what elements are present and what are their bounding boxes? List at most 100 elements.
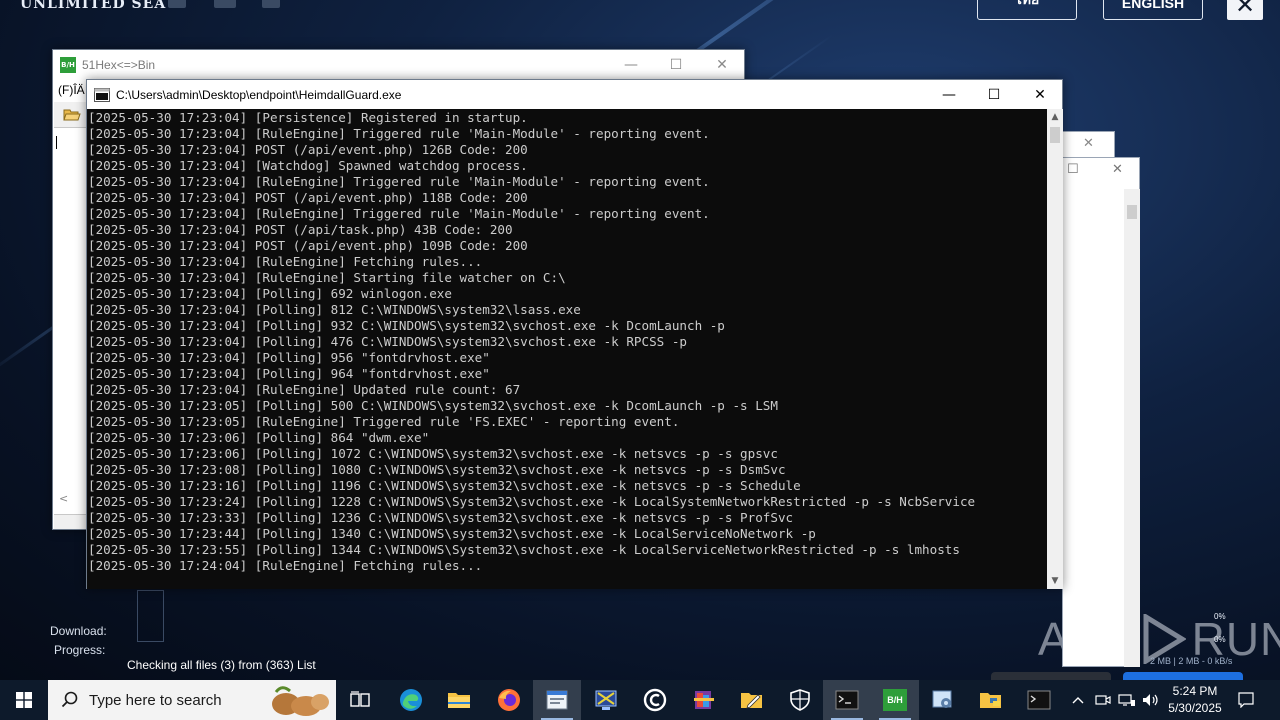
close-button[interactable]: ✕	[699, 50, 745, 80]
console-window-title: C:\Users\admin\Desktop\endpoint\Heimdall…	[116, 87, 402, 102]
background-window[interactable]: ✕	[1062, 131, 1115, 158]
close-icon[interactable]: ✕	[1112, 162, 1123, 177]
status-text: Checking all files (3) from (363) List	[127, 658, 316, 672]
console-line: [2025-05-30 17:23:04] [RuleEngine] Trigg…	[88, 126, 710, 141]
open-folder-icon[interactable]	[63, 108, 81, 122]
console-line: [2025-05-30 17:23:04] POST (/api/event.p…	[88, 142, 528, 157]
taskbar-file-explorer[interactable]	[435, 680, 483, 720]
download-label: Download:	[50, 624, 107, 638]
taskbar-edge[interactable]	[387, 680, 435, 720]
search-icon	[61, 691, 78, 708]
scrollbar[interactable]	[1124, 189, 1140, 667]
console-line: [2025-05-30 17:23:04] [Polling] 812 C:\W…	[88, 302, 581, 317]
scroll-up-icon[interactable]: ▲	[1047, 109, 1063, 125]
toolbar-icon[interactable]	[262, 0, 280, 8]
console-line: [2025-05-30 17:23:06] [Polling] 1072 C:\…	[88, 446, 778, 461]
search-highlight-image	[272, 686, 329, 716]
console-line: [2025-05-30 17:23:04] [Persistence] Regi…	[88, 110, 528, 125]
tray-meet-now[interactable]	[1091, 680, 1115, 720]
app-logo: UNLIMITED SEA	[20, 0, 167, 12]
start-button[interactable]	[0, 680, 48, 720]
tray-network[interactable]	[1115, 680, 1139, 720]
search-placeholder: Type here to search	[89, 691, 222, 709]
speed-text: 2 MB | 2 MB - 0 kB/s	[1150, 656, 1233, 666]
show-hidden-icons[interactable]	[1066, 680, 1090, 720]
console-window[interactable]: C:\Users\admin\Desktop\endpoint\Heimdall…	[86, 79, 1063, 589]
maximize-icon[interactable]: ☐	[1067, 162, 1079, 177]
console-line: [2025-05-30 17:23:04] [Polling] 956 "fon…	[88, 350, 490, 365]
console-line: [2025-05-30 17:23:04] [RuleEngine] Fetch…	[88, 254, 483, 269]
scrollbar-thumb[interactable]	[1127, 205, 1137, 219]
progress-panel	[137, 590, 164, 642]
console-line: [2025-05-30 17:23:04] POST (/api/task.ph…	[88, 222, 513, 237]
vertical-scrollbar[interactable]: ▲ ▼	[1047, 109, 1063, 589]
taskbar-ccleaner[interactable]	[631, 680, 679, 720]
update-button[interactable]	[991, 672, 1111, 680]
clock-time: 5:24 PM	[1172, 684, 1218, 698]
folder-edit-icon	[741, 693, 762, 709]
network-tool-icon	[595, 690, 617, 710]
taskbar-hex-converter[interactable]: B/H	[871, 680, 919, 720]
taskbar-console[interactable]	[823, 680, 871, 720]
scroll-left-icon[interactable]: <	[59, 492, 68, 505]
scrollbar-thumb[interactable]	[1050, 127, 1060, 143]
chevron-up-icon	[1072, 697, 1084, 704]
thai-language-button[interactable]: ไทย	[977, 0, 1077, 20]
gear-app-icon	[932, 690, 952, 708]
task-view-button[interactable]	[336, 680, 384, 720]
taskbar-tool[interactable]	[919, 680, 967, 720]
launcher-close-button[interactable]: ✕	[1227, 0, 1263, 20]
taskbar-console-2[interactable]	[1015, 680, 1063, 720]
close-button[interactable]: ✕	[1017, 80, 1063, 110]
console-line: [2025-05-30 17:24:04] [RuleEngine] Fetch…	[88, 558, 483, 573]
console-line: [2025-05-30 17:23:33] [Polling] 1236 C:\…	[88, 510, 794, 525]
taskbar-hex-app[interactable]	[533, 680, 581, 720]
archive-icon	[694, 691, 714, 709]
minimize-button[interactable]: —	[926, 80, 972, 110]
toolbar-icon[interactable]	[214, 0, 236, 8]
scroll-down-icon[interactable]: ▼	[1047, 573, 1063, 589]
console-output[interactable]: [2025-05-30 17:23:04] [Persistence] Regi…	[87, 109, 1047, 589]
taskbar-firefox[interactable]	[485, 680, 533, 720]
english-language-button[interactable]: ENGLISH	[1103, 0, 1203, 20]
taskbar-python-app[interactable]	[967, 680, 1015, 720]
hex-app-icon: B/H	[60, 57, 76, 73]
volume-icon	[1143, 694, 1158, 706]
close-icon[interactable]: ✕	[1083, 136, 1094, 151]
firefox-icon	[498, 689, 520, 711]
edge-icon	[400, 689, 422, 711]
hex-app-icon: B/H	[883, 689, 907, 711]
windows-logo-icon	[16, 692, 32, 708]
console-line: [2025-05-30 17:23:04] [RuleEngine] Start…	[88, 270, 566, 285]
maximize-button[interactable]: ☐	[971, 80, 1017, 110]
maximize-button[interactable]: ☐	[653, 50, 699, 80]
console-line: [2025-05-30 17:23:05] [RuleEngine] Trigg…	[88, 414, 680, 429]
taskbar-security[interactable]	[776, 680, 824, 720]
file-explorer-icon	[448, 693, 470, 708]
taskbar-notepad-plus[interactable]	[728, 680, 776, 720]
ccleaner-icon	[643, 688, 667, 712]
console-line: [2025-05-30 17:23:04] [Polling] 932 C:\W…	[88, 318, 725, 333]
camera-icon	[1095, 695, 1111, 705]
console-line: [2025-05-30 17:23:24] [Polling] 1228 C:\…	[88, 494, 976, 509]
console-icon	[94, 87, 110, 102]
taskbar-search-box[interactable]: Type here to search	[48, 680, 336, 720]
console-line: [2025-05-30 17:23:04] POST (/api/event.p…	[88, 238, 528, 253]
play-button[interactable]	[1123, 672, 1243, 680]
console-titlebar[interactable]: C:\Users\admin\Desktop\endpoint\Heimdall…	[87, 80, 1062, 109]
console-icon	[1027, 690, 1051, 710]
minimize-button[interactable]: —	[608, 50, 654, 80]
console-line: [2025-05-30 17:23:04] POST (/api/event.p…	[88, 190, 528, 205]
notification-center[interactable]	[1236, 680, 1256, 720]
network-icon	[1118, 694, 1135, 706]
taskbar-network-tool[interactable]	[582, 680, 630, 720]
taskbar-winrar[interactable]	[680, 680, 728, 720]
console-line: [2025-05-30 17:23:05] [Polling] 500 C:\W…	[88, 398, 778, 413]
toolbar-icon[interactable]	[168, 0, 186, 8]
console-line: [2025-05-30 17:23:04] [RuleEngine] Trigg…	[88, 174, 710, 189]
background-window[interactable]: ☐ ✕	[1062, 157, 1140, 667]
notification-icon	[1238, 692, 1254, 708]
file-menu[interactable]: (F)ÎÄ	[58, 83, 85, 97]
console-line: [2025-05-30 17:23:55] [Polling] 1344 C:\…	[88, 542, 960, 557]
clock[interactable]: 5:24 PM 5/30/2025	[1160, 683, 1230, 717]
